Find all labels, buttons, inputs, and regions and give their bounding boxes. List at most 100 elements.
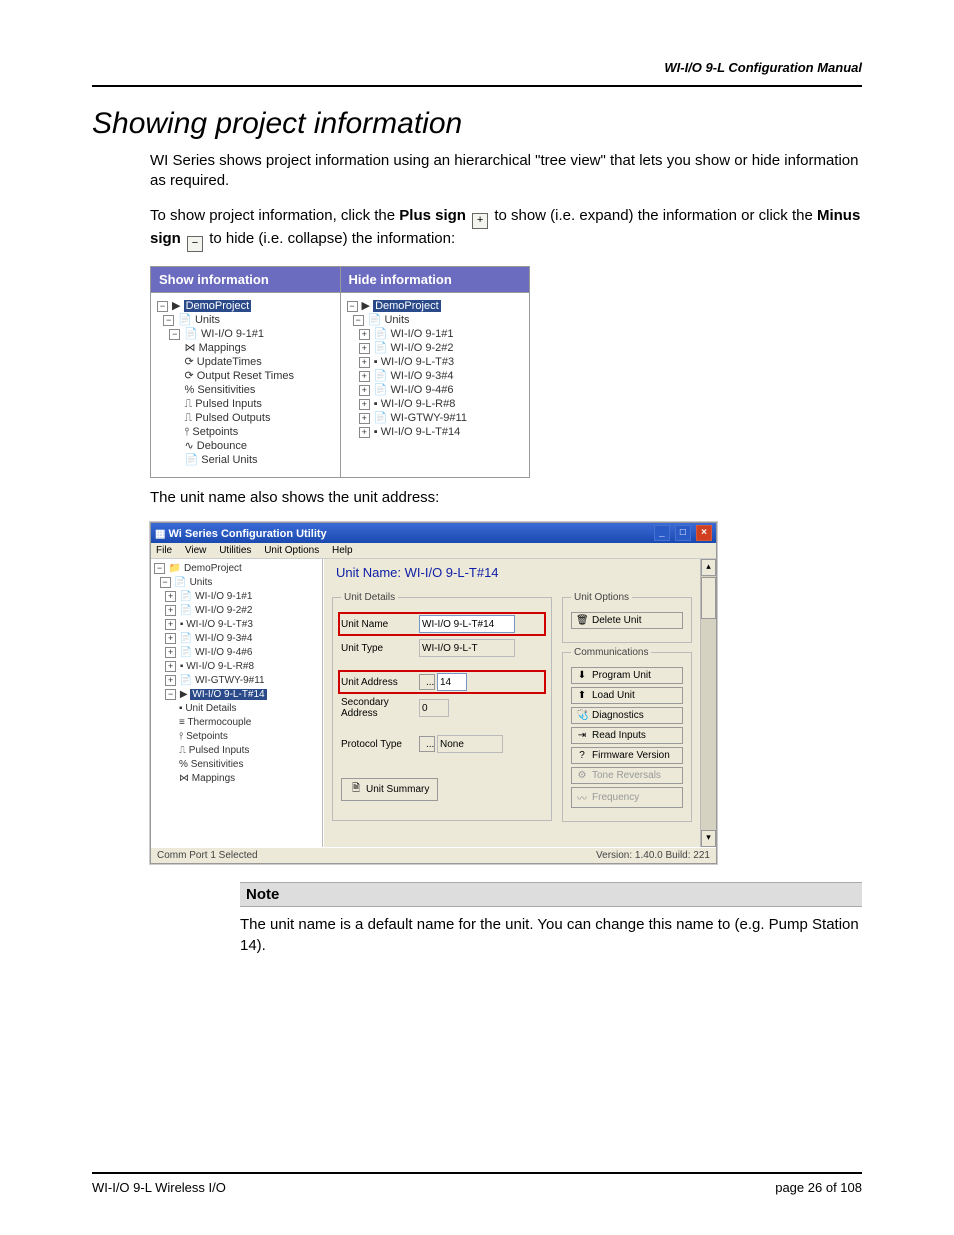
protocol-type-label: Protocol Type bbox=[341, 739, 419, 750]
tree-item: ⫯ Setpoints bbox=[157, 425, 334, 439]
statusbar: Comm Port 1 Selected Version: 1.40.0 Bui… bbox=[151, 847, 716, 863]
menu-help[interactable]: Help bbox=[332, 545, 353, 556]
load-unit-button[interactable]: ⬆Load Unit bbox=[571, 687, 683, 704]
tree-child[interactable]: Thermocouple bbox=[187, 717, 251, 728]
unit-type-input bbox=[419, 639, 515, 657]
project-tree-pane[interactable]: − 📁 DemoProject − 📄 Units + 📄 WI-I/O 9-1… bbox=[151, 559, 323, 847]
tree-item: + 📄 WI-GTWY-9#11 bbox=[347, 411, 524, 425]
protocol-type-input bbox=[437, 735, 503, 753]
footer-left: WI-I/O 9-L Wireless I/O bbox=[92, 1180, 226, 1195]
header-rule bbox=[92, 85, 862, 87]
tree-item: 📄 Serial Units bbox=[157, 453, 334, 467]
tree-item[interactable]: WI-I/O 9-3#4 bbox=[195, 633, 252, 644]
header-title: WI-I/O 9-L Configuration Manual bbox=[92, 60, 862, 75]
scroll-up-icon[interactable]: ▴ bbox=[701, 559, 716, 576]
firmware-version-button[interactable]: ?Firmware Version bbox=[571, 747, 683, 764]
unit-options-fieldset: Unit Options 🗑Delete Unit bbox=[562, 592, 692, 643]
instruction-paragraph: To show project information, click the P… bbox=[150, 206, 862, 252]
status-right: Version: 1.40.0 Build: 221 bbox=[596, 850, 710, 861]
unit-type-label: Unit Type bbox=[341, 643, 419, 654]
diagnostics-icon: 🩺 bbox=[576, 710, 588, 721]
menu-file[interactable]: File bbox=[156, 545, 172, 556]
tree-item: ⎍ Pulsed Inputs bbox=[157, 397, 334, 411]
inputs-icon: ⇥ bbox=[576, 730, 588, 741]
close-button[interactable]: × bbox=[696, 525, 712, 541]
app-icon: ▦ bbox=[155, 528, 165, 540]
tree-item[interactable]: WI-I/O 9-L-T#3 bbox=[186, 619, 253, 630]
tree-item: + 📄 WI-I/O 9-4#6 bbox=[347, 383, 524, 397]
footer-right: page 26 of 108 bbox=[775, 1180, 862, 1195]
program-unit-button[interactable]: ⬇Program Unit bbox=[571, 667, 683, 684]
secondary-address-label: Secondary Address bbox=[341, 697, 419, 719]
tree-units[interactable]: Units bbox=[190, 577, 213, 588]
show-hide-table: Show information Hide information − ▶ De… bbox=[150, 266, 530, 479]
unit-summary-button[interactable]: 🗎Unit Summary bbox=[341, 778, 438, 801]
diagnostics-button[interactable]: 🩺Diagnostics bbox=[571, 707, 683, 724]
note-heading: Note bbox=[240, 882, 862, 907]
menu-utilities[interactable]: Utilities bbox=[219, 545, 251, 556]
col-header-hide: Hide information bbox=[340, 266, 530, 293]
tree-child[interactable]: Setpoints bbox=[186, 731, 228, 742]
status-left: Comm Port 1 Selected bbox=[157, 850, 258, 861]
tree-item: + ▪ WI-I/O 9-L-T#3 bbox=[347, 355, 524, 369]
vertical-scrollbar[interactable]: ▴ ▾ bbox=[700, 559, 716, 847]
tone-reversals-button: ⚙Tone Reversals bbox=[571, 767, 683, 784]
communications-legend: Communications bbox=[571, 647, 651, 658]
unit-address-label: Unit Address bbox=[341, 677, 419, 688]
unit-details-legend: Unit Details bbox=[341, 592, 398, 603]
tree-root[interactable]: DemoProject bbox=[184, 563, 242, 574]
frequency-button: 〰Frequency bbox=[571, 787, 683, 808]
tree-item[interactable]: WI-I/O 9-1#1 bbox=[195, 591, 252, 602]
intro-paragraph: WI Series shows project information usin… bbox=[150, 151, 862, 192]
tree-item[interactable]: WI-GTWY-9#11 bbox=[195, 675, 264, 686]
tree-child[interactable]: Sensitivities bbox=[191, 759, 244, 770]
protocol-type-browse-button[interactable]: ... bbox=[419, 736, 435, 752]
upload-icon: ⬆ bbox=[576, 690, 588, 701]
plus-sign-label: Plus sign bbox=[399, 207, 466, 224]
tree-item[interactable]: WI-I/O 9-4#6 bbox=[195, 647, 252, 658]
scroll-thumb[interactable] bbox=[701, 577, 716, 619]
unit-details-fieldset: Unit Details Unit Name Unit Type Unit Ad… bbox=[332, 592, 552, 821]
secondary-address-input bbox=[419, 699, 449, 717]
tree-item-selected[interactable]: WI-I/O 9-L-T#14 bbox=[190, 689, 266, 700]
right-pane: Unit Name: WI-I/O 9-L-T#14 Unit Details … bbox=[323, 559, 700, 847]
tree-units: − 📄 Units bbox=[347, 313, 524, 327]
tree-item: + 📄 WI-I/O 9-2#2 bbox=[347, 341, 524, 355]
read-inputs-button[interactable]: ⇥Read Inputs bbox=[571, 727, 683, 744]
tree-item: + 📄 WI-I/O 9-3#4 bbox=[347, 369, 524, 383]
delete-unit-button[interactable]: 🗑Delete Unit bbox=[571, 612, 683, 629]
tree-item: ⎍ Pulsed Outputs bbox=[157, 411, 334, 425]
footer-rule bbox=[92, 1172, 862, 1174]
maximize-button[interactable]: □ bbox=[675, 525, 691, 541]
tree-item[interactable]: WI-I/O 9-L-R#8 bbox=[186, 661, 254, 672]
hide-tree-cell: − ▶ DemoProject − 📄 Units + 📄 WI-I/O 9-1… bbox=[340, 293, 530, 478]
tree-item: + ▪ WI-I/O 9-L-T#14 bbox=[347, 425, 524, 439]
menu-unit-options[interactable]: Unit Options bbox=[264, 545, 319, 556]
tree-item[interactable]: WI-I/O 9-2#2 bbox=[195, 605, 252, 616]
scroll-down-icon[interactable]: ▾ bbox=[701, 830, 716, 847]
summary-icon: 🗎 bbox=[350, 781, 362, 798]
tree-item: ∿ Debounce bbox=[157, 439, 334, 453]
menubar[interactable]: File View Utilities Unit Options Help bbox=[151, 543, 716, 559]
menu-view[interactable]: View bbox=[185, 545, 207, 556]
tone-icon: ⚙ bbox=[576, 770, 588, 781]
download-icon: ⬇ bbox=[576, 670, 588, 681]
text-fragment: to hide (i.e. collapse) the information: bbox=[209, 230, 455, 247]
plus-icon: + bbox=[472, 213, 488, 229]
tree-item: ⋈ Mappings bbox=[157, 341, 334, 355]
tree-child[interactable]: Pulsed Inputs bbox=[189, 745, 250, 756]
unit-address-input[interactable] bbox=[437, 673, 467, 691]
tree-item: + ▪ WI-I/O 9-L-R#8 bbox=[347, 397, 524, 411]
communications-fieldset: Communications ⬇Program Unit ⬆Load Unit … bbox=[562, 647, 692, 822]
tree-item: + 📄 WI-I/O 9-1#1 bbox=[347, 327, 524, 341]
tree-child[interactable]: Unit Details bbox=[185, 703, 236, 714]
unit-name-input[interactable] bbox=[419, 615, 515, 633]
tree-item: − 📄 WI-I/O 9-1#1 bbox=[157, 327, 334, 341]
after-table-text: The unit name also shows the unit addres… bbox=[150, 488, 862, 508]
unit-name-label: Unit Name bbox=[341, 619, 419, 630]
unit-address-browse-button[interactable]: ... bbox=[419, 674, 435, 690]
tree-child[interactable]: Mappings bbox=[192, 773, 235, 784]
minimize-button[interactable]: _ bbox=[654, 525, 670, 541]
col-header-show: Show information bbox=[151, 266, 341, 293]
window-titlebar[interactable]: ▦ Wi Series Configuration Utility _ □ × bbox=[151, 523, 716, 543]
